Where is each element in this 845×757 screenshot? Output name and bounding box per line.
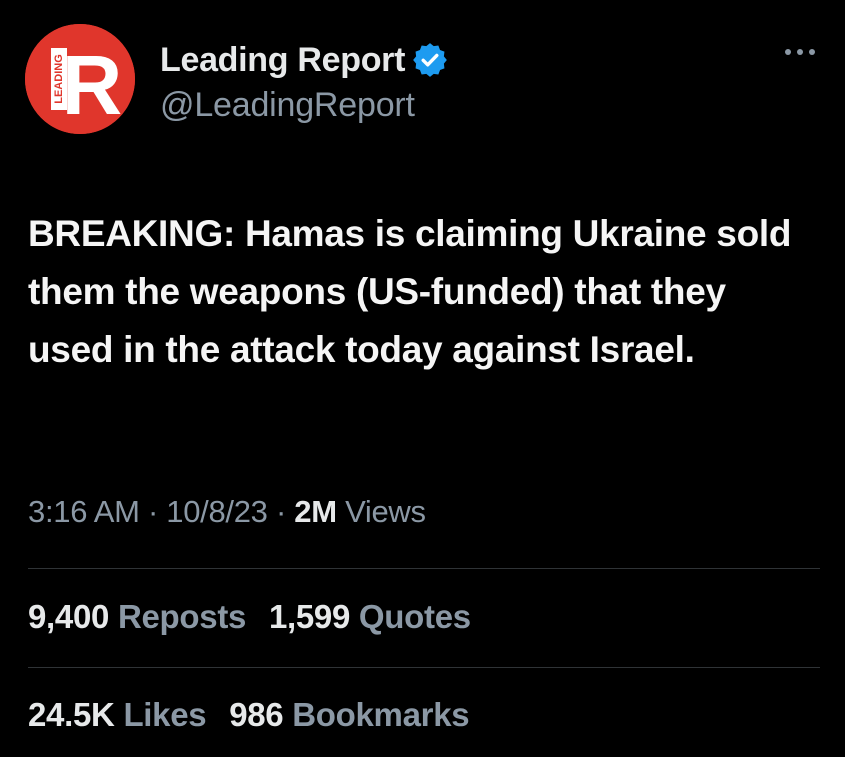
engagement-row-likes: 24.5K Likes 986 Bookmarks [28,696,483,734]
account-handle[interactable]: @LeadingReport [160,86,447,125]
tweet-date[interactable]: 10/8/23 [166,494,268,529]
views-label: Views [336,494,426,529]
bookmarks-label: Bookmarks [292,696,470,733]
verified-badge-icon [413,43,447,77]
meta-separator: · [267,494,295,529]
views-count: 2M [294,494,337,529]
tweet-text: BREAKING: Hamas is claiming Ukraine sold… [28,213,792,370]
bookmarks-count: 986 [229,696,284,733]
engagement-row-reposts: 9,400 Reposts 1,599 Quotes [28,598,485,636]
avatar-letter: R [62,38,123,132]
display-name[interactable]: Leading Report [160,41,405,80]
tweet-time[interactable]: 3:16 AM [28,494,140,529]
quotes-count: 1,599 [268,598,351,635]
likes-label: Likes [123,696,207,733]
divider [28,568,820,569]
reposts-label: Reposts [117,598,247,635]
reposts-stat[interactable]: 9,400 Reposts [28,598,255,635]
tweet-meta: 3:16 AM · 10/8/23 · 2M Views [28,494,426,530]
tweet-card: LEADING R Leading Report @LeadingReport … [0,0,845,757]
likes-stat[interactable]: 24.5K Likes [28,696,215,733]
bookmarks-stat[interactable]: 986 Bookmarks [229,696,469,733]
quotes-label: Quotes [358,598,471,635]
leading-report-logo-icon: LEADING R [25,24,135,134]
divider [28,667,820,668]
more-options-icon[interactable] [783,46,817,58]
account-names: Leading Report @LeadingReport [160,38,447,125]
quotes-stat[interactable]: 1,599 Quotes [269,598,471,635]
likes-count: 24.5K [28,696,115,733]
avatar[interactable]: LEADING R [25,24,135,134]
reposts-count: 9,400 [28,598,110,635]
display-name-row: Leading Report [160,38,447,82]
tweet-header: LEADING R Leading Report @LeadingReport [25,24,825,134]
meta-separator: · [139,494,167,529]
